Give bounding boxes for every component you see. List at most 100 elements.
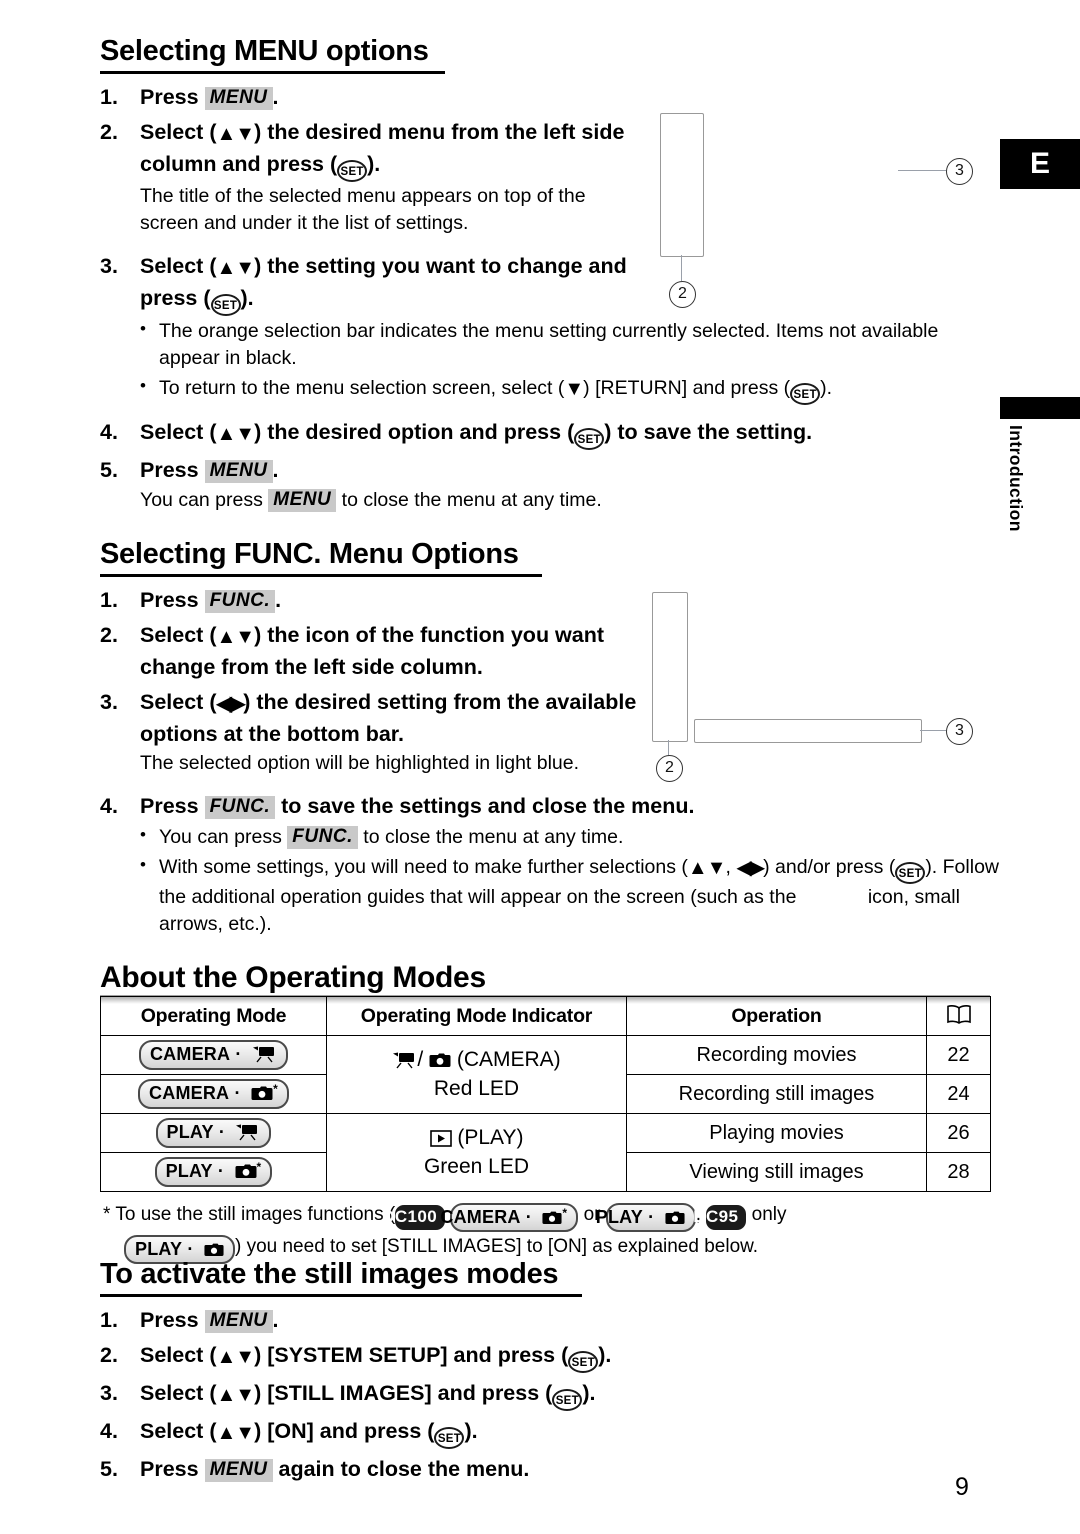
func-steps-list: 1. Press FUNC.. 2. Select (▲▼) the icon o… [100, 585, 990, 822]
heading-rule [100, 70, 445, 74]
step-text-c: ). [598, 1343, 612, 1368]
mode-badge-label: PLAY [595, 1207, 643, 1227]
step-text-a: Select ( [140, 690, 217, 715]
func-step-2: 2. Select (▲▼) the icon of the function y… [100, 620, 670, 682]
footnote-only: only [751, 1204, 787, 1225]
indicator-name: (PLAY) [457, 1126, 524, 1150]
dc95-badge: DC95 [693, 1205, 747, 1230]
footnote-star-marker: * [103, 1204, 111, 1225]
up-down-arrows-icon: ▲▼ [216, 423, 255, 446]
indicator-cell-play: (PLAY) Green LED [326, 1113, 627, 1192]
bullet-text-c: ). [820, 377, 833, 400]
note-text-b: to close the menu at any time. [336, 488, 602, 511]
operation-playing-movies: Playing movies [626, 1113, 927, 1153]
up-down-arrows-icon: ▲▼ [216, 1422, 255, 1445]
header-operation: Operation [626, 996, 927, 1036]
header-operating-mode-indicator: Operating Mode Indicator [326, 996, 627, 1036]
bullet-return-to-menu: To return to the menu selection screen, … [140, 374, 1004, 406]
page-ref-26: 26 [926, 1113, 991, 1153]
up-down-arrows-icon: ▲▼ [216, 1384, 255, 1407]
left-right-arrows-icon: ◀▶ [736, 856, 765, 879]
menu-button-badge: MENU [204, 1309, 273, 1333]
func-step-3-note: The selected option will be highlighted … [140, 752, 580, 775]
up-down-arrows-icon: ▲▼ [216, 626, 255, 649]
photo-camera-icon [229, 1161, 257, 1181]
func-button-badge: FUNC. [204, 796, 276, 820]
main-content-column: Selecting MENU options 1. Press MENU. 2.… [100, 35, 999, 1005]
step-period: . [272, 84, 279, 109]
step-text-b: ) the desired option and press ( [254, 420, 575, 445]
set-button-icon: SET [210, 293, 241, 316]
step-5: 5. Press MENU. [100, 455, 990, 486]
camcorder-icon [247, 1044, 277, 1064]
heading-rule [100, 1293, 582, 1297]
operating-modes-table: Operating Mode Operating Mode Indicator … [100, 996, 991, 1192]
heading-selecting-menu-options: Selecting MENU options [100, 35, 429, 67]
step-5-note: You can press MENU to close the menu at … [100, 487, 990, 514]
step-text-a: Select ( [140, 254, 217, 279]
heading-rule [100, 573, 542, 577]
step-number: 4. [100, 420, 118, 445]
step-number: 4. [100, 794, 118, 819]
note-text-a: You can press [140, 488, 269, 511]
step-number: 2. [100, 120, 118, 145]
bullet-text-b: , [725, 855, 737, 878]
set-button-icon: SET [337, 159, 368, 182]
section-tab-bar [1000, 397, 1080, 419]
step-period: . [272, 458, 279, 483]
edition-tag: E [1000, 139, 1080, 189]
step-text-b: again to close the menu. [272, 1457, 530, 1482]
footnote-text-a: To use the still images functions ( [115, 1204, 396, 1225]
step-number: 1. [100, 587, 118, 612]
mode-badge-camera-photo: CAMERA · * [440, 1203, 579, 1233]
func-button-badge: FUNC. [287, 826, 358, 849]
indicator-cell-camera: / (CAMERA) Red LED [326, 1035, 627, 1114]
mode-badge-camera-movie: CAMERA · [138, 1040, 288, 1070]
header-operating-mode: Operating Mode [100, 996, 327, 1036]
func-bullets: You can press FUNC. to close the menu at… [100, 823, 999, 939]
step-number: 2. [100, 623, 118, 648]
step-number: 3. [100, 690, 118, 715]
menu-button-badge: MENU [204, 460, 273, 484]
photo-camera-icon [537, 1207, 562, 1227]
separator-dot: · [230, 1044, 247, 1065]
separator-dot: · [213, 1122, 231, 1143]
bullet-orange-selection-bar: The orange selection bar indicates the m… [140, 317, 1004, 373]
step-text-a: Select ( [140, 1343, 217, 1368]
menu-steps-list-2: 4. Select (▲▼) the desired option and pre… [100, 417, 990, 514]
bullet-further-selections: With some settings, you will need to mak… [140, 853, 1009, 939]
mode-cell-play-photo: PLAY · * [100, 1152, 327, 1192]
page-ref-24: 24 [926, 1074, 991, 1114]
separator-dot: · [642, 1207, 660, 1227]
step-text: Press [140, 458, 199, 483]
mode-badge-play-movie: PLAY · [155, 1118, 272, 1148]
step-text-a: Select ( [140, 1381, 217, 1406]
mode-badge-label: PLAY [166, 1122, 214, 1143]
page-ref-28: 28 [926, 1152, 991, 1192]
step-2-note: The title of the selected menu appears o… [140, 184, 586, 235]
step-text-a: Press [140, 1457, 205, 1482]
mode-badge-label: PLAY [135, 1239, 183, 1260]
indicator-led-line: Red LED [433, 1076, 520, 1100]
bullet-text-b: to close the menu at any time. [357, 826, 624, 848]
step-text-c: ). [582, 1381, 596, 1406]
step-text-a: Select ( [140, 623, 217, 648]
camcorder-icon [230, 1122, 260, 1142]
mode-badge-label: CAMERA [149, 1044, 231, 1065]
step-text-a: Select ( [140, 120, 217, 145]
step-text-b: ) [STILL IMAGES] and press ( [254, 1381, 553, 1406]
left-right-arrows-icon: ◀▶ [216, 693, 245, 716]
step-3: 3. Select (▲▼) the setting you want to ch… [100, 251, 660, 316]
step-text: Press [140, 1307, 199, 1332]
indicator-icons-line: / (CAMERA) [327, 1046, 626, 1074]
menu-bullets: The orange selection bar indicates the m… [100, 317, 990, 406]
down-arrow-icon: ▼ [564, 378, 584, 401]
mode-badge-play-photo: PLAY · [596, 1203, 696, 1233]
set-button-icon: SET [790, 383, 821, 406]
table-row: CAMERA · / (CAMERA) Red LED Recording mo… [100, 1035, 991, 1114]
play-icon [429, 1126, 452, 1149]
step-text-b: to save the settings and close the menu. [275, 794, 695, 819]
set-button-icon: SET [895, 861, 926, 884]
func-step-3: 3. Select (◀▶) the desired setting from t… [100, 687, 670, 749]
activation-step-4: 4. Select (▲▼) [ON] and press (SET). [100, 1416, 990, 1450]
